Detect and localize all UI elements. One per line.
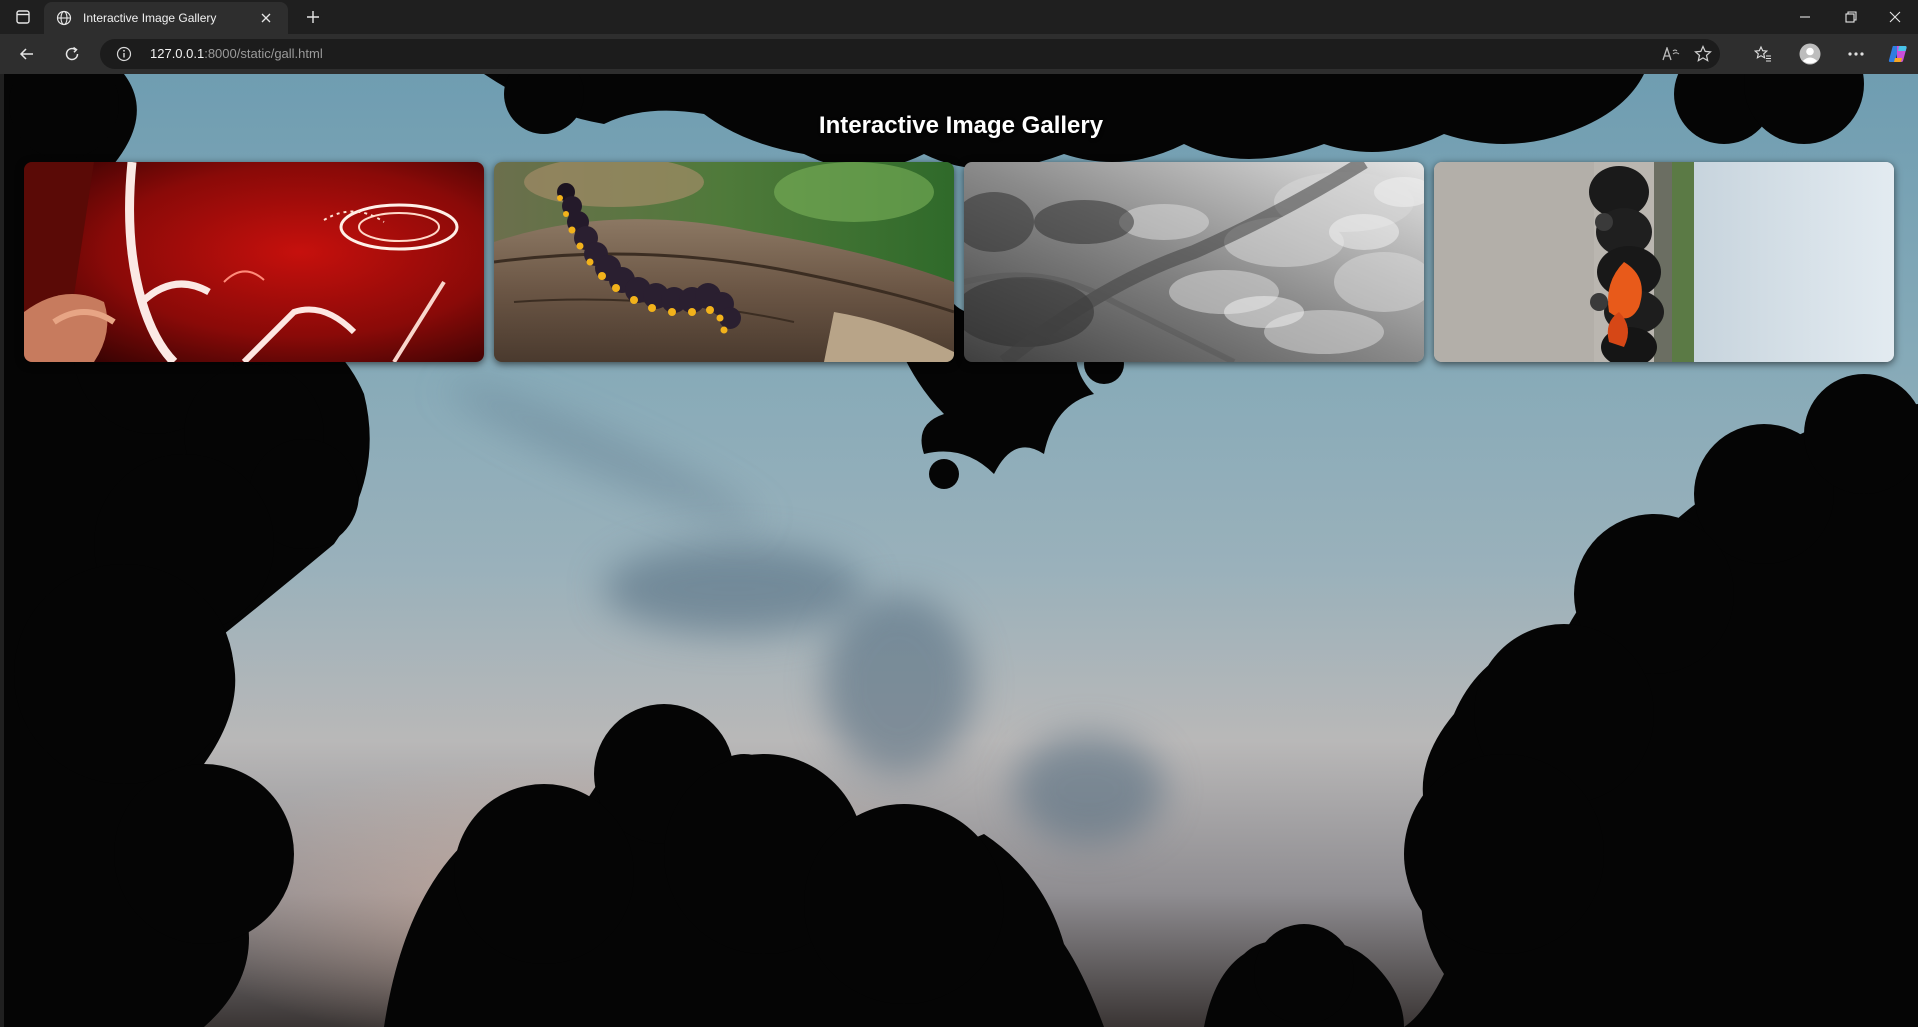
page-viewport: Interactive Image Gallery	[4, 74, 1918, 1027]
browser-titlebar: Interactive Image Gallery	[0, 0, 1918, 34]
minimize-icon[interactable]	[1782, 0, 1828, 34]
back-icon[interactable]	[14, 41, 40, 67]
gallery-image-clouds	[964, 162, 1424, 362]
plus-icon[interactable]	[302, 6, 324, 28]
window-close-icon[interactable]	[1872, 0, 1918, 34]
gallery-image-motorcycles	[1434, 162, 1894, 362]
profile-icon[interactable]	[1797, 41, 1823, 67]
gallery-image-4[interactable]	[1434, 162, 1894, 362]
copilot-icon[interactable]	[1885, 41, 1911, 67]
gallery-image-2[interactable]	[494, 162, 954, 362]
restore-icon[interactable]	[1828, 0, 1874, 34]
star-icon[interactable]	[1692, 43, 1714, 65]
page-title: Interactive Image Gallery	[818, 112, 1104, 139]
favorites-icon[interactable]	[1750, 41, 1776, 67]
url-path: :8000/static/gall.html	[204, 46, 323, 61]
gallery-image-red-neon	[24, 162, 484, 362]
close-icon[interactable]	[258, 10, 274, 26]
more-icon[interactable]	[1843, 41, 1869, 67]
browser-tab-active[interactable]: Interactive Image Gallery	[44, 2, 288, 34]
url-text[interactable]: 127.0.0.1:8000/static/gall.html	[150, 46, 323, 61]
tab-title: Interactive Image Gallery	[83, 11, 217, 25]
read-aloud-icon[interactable]	[1660, 43, 1682, 65]
address-bar[interactable]: 127.0.0.1:8000/static/gall.html	[100, 39, 1720, 69]
url-host: 127.0.0.1	[150, 46, 205, 61]
tab-actions-icon[interactable]	[12, 7, 34, 27]
gallery-image-3[interactable]	[964, 162, 1424, 362]
globe-icon	[56, 10, 72, 26]
info-icon[interactable]	[116, 46, 132, 62]
browser-toolbar: 127.0.0.1:8000/static/gall.html	[0, 34, 1918, 74]
gallery-image-millipede	[494, 162, 954, 362]
refresh-icon[interactable]	[59, 41, 85, 67]
gallery-image-1[interactable]	[24, 162, 484, 362]
